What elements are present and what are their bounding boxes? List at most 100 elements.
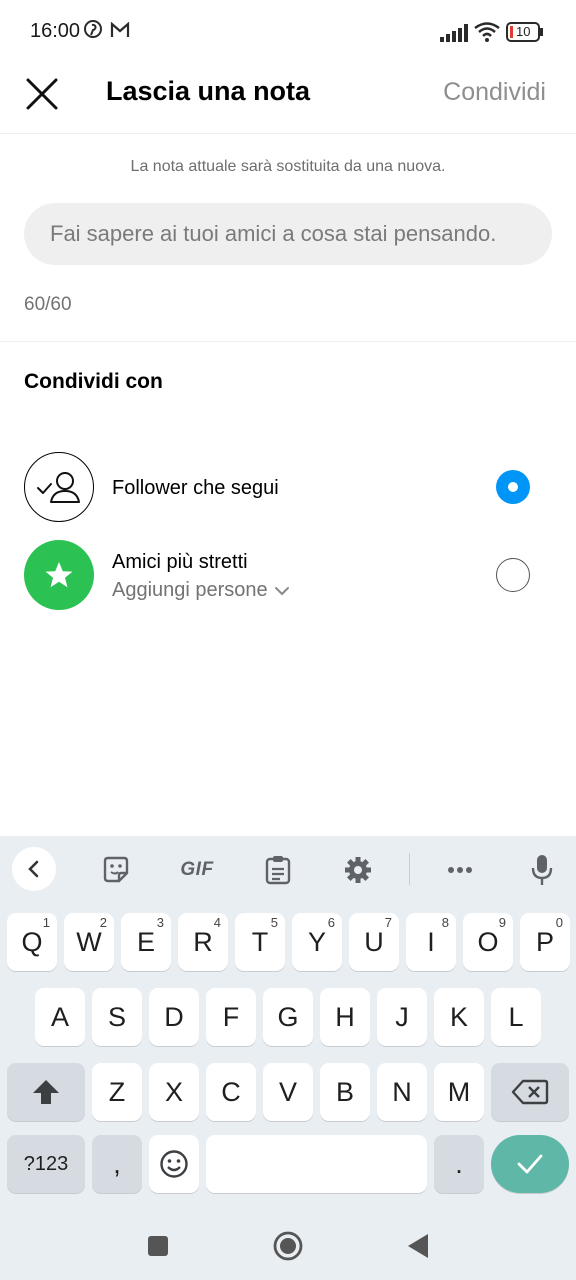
followers-check-icon <box>24 452 94 522</box>
share-button[interactable]: Condividi <box>443 78 546 107</box>
gear-icon <box>345 857 371 883</box>
recents-icon <box>148 1236 168 1256</box>
key-r2-1[interactable]: S <box>92 988 142 1046</box>
key-label: I <box>427 926 435 957</box>
wifi-icon <box>474 22 500 47</box>
key-r3-0[interactable]: Z <box>92 1063 142 1121</box>
key-r1-5[interactable]: Y6 <box>292 913 342 971</box>
key-label: U <box>364 926 384 957</box>
key-label: G <box>277 1001 299 1032</box>
clipboard-icon <box>265 856 291 885</box>
clipboard-button[interactable] <box>258 850 298 890</box>
gif-label: GIF <box>180 859 214 880</box>
close-button[interactable] <box>22 74 62 114</box>
key-r1-9[interactable]: P0 <box>520 913 570 971</box>
enter-key[interactable] <box>491 1135 569 1193</box>
key-hint: 2 <box>99 915 107 930</box>
key-r2-5[interactable]: H <box>320 988 370 1046</box>
key-r1-4[interactable]: T5 <box>235 913 285 971</box>
key-label: P <box>535 926 554 957</box>
key-label: F <box>222 1001 240 1032</box>
chevron-down-icon <box>274 586 289 595</box>
pinterest-icon <box>84 20 102 43</box>
note-hint: La nota attuale sarà sostituita da una n… <box>130 158 446 175</box>
key-r2-6[interactable]: J <box>377 988 427 1046</box>
option-followers[interactable]: Follower che segui <box>0 448 576 528</box>
more-button[interactable] <box>440 850 480 890</box>
key-label: N <box>392 1076 412 1107</box>
key-r2-2[interactable]: D <box>149 988 199 1046</box>
key-hint: 0 <box>555 915 563 930</box>
period-key[interactable]: . <box>434 1135 484 1193</box>
key-label: L <box>508 1001 524 1032</box>
keyboard-toolbar: GIF <box>0 836 576 902</box>
key-r3-1[interactable]: X <box>149 1063 199 1121</box>
back-button[interactable] <box>402 1230 434 1262</box>
sticker-button[interactable] <box>96 850 136 890</box>
key-label: Y <box>307 926 326 957</box>
key-r1-6[interactable]: U7 <box>349 913 399 971</box>
key-r3-4[interactable]: B <box>320 1063 370 1121</box>
key-label: K <box>449 1001 468 1032</box>
signal-icon <box>440 24 468 47</box>
option-label: Follower che segui <box>112 477 279 499</box>
key-label: J <box>395 1001 409 1032</box>
key-r2-8[interactable]: L <box>491 988 541 1046</box>
check-icon <box>517 1154 543 1174</box>
keyboard-back-button[interactable] <box>12 847 56 891</box>
add-people-link[interactable]: Aggiungi persone <box>112 579 290 602</box>
key-r1-1[interactable]: W2 <box>64 913 114 971</box>
radio-selected[interactable] <box>496 470 530 504</box>
key-hint: 5 <box>270 915 278 930</box>
key-hint: 6 <box>327 915 335 930</box>
key-r3-3[interactable]: V <box>263 1063 313 1121</box>
emoji-key[interactable] <box>149 1135 199 1193</box>
option-close-friends[interactable]: Amici più stretti Aggiungi persone <box>0 536 576 616</box>
settings-button[interactable] <box>338 850 378 890</box>
star-icon <box>24 540 94 610</box>
key-label: C <box>221 1076 241 1107</box>
key-r1-0[interactable]: Q1 <box>7 913 57 971</box>
status-time: 16:00 <box>30 20 81 42</box>
note-input[interactable] <box>24 203 552 265</box>
mic-button[interactable] <box>522 850 562 890</box>
key-label: D <box>164 1001 184 1032</box>
key-r2-7[interactable]: K <box>434 988 484 1046</box>
key-hint: 3 <box>156 915 164 930</box>
backspace-key[interactable] <box>491 1063 569 1121</box>
key-label: T <box>251 926 269 957</box>
key-r3-5[interactable]: N <box>377 1063 427 1121</box>
key-r2-3[interactable]: F <box>206 988 256 1046</box>
shift-key[interactable] <box>7 1063 85 1121</box>
key-r1-7[interactable]: I8 <box>406 913 456 971</box>
add-people-label: Aggiungi persone <box>112 579 268 601</box>
key-r3-2[interactable]: C <box>206 1063 256 1121</box>
space-key[interactable] <box>206 1135 427 1193</box>
gif-button[interactable]: GIF <box>172 850 222 890</box>
key-r1-8[interactable]: O9 <box>463 913 513 971</box>
key-r1-3[interactable]: R4 <box>178 913 228 971</box>
home-button[interactable] <box>272 1230 304 1262</box>
recents-button[interactable] <box>142 1230 174 1262</box>
key-label: E <box>136 926 155 957</box>
battery-level: 10 <box>516 24 531 39</box>
radio-unselected[interactable] <box>496 558 530 592</box>
option-label: Amici più stretti <box>112 551 248 573</box>
backspace-icon <box>511 1079 549 1105</box>
comma-key[interactable]: , <box>92 1135 142 1193</box>
home-icon <box>273 1231 303 1261</box>
key-r1-2[interactable]: E3 <box>121 913 171 971</box>
key-r2-4[interactable]: G <box>263 988 313 1046</box>
key-label: H <box>335 1001 355 1032</box>
key-label: W <box>76 926 102 957</box>
key-r3-6[interactable]: M <box>434 1063 484 1121</box>
key-r2-0[interactable]: A <box>35 988 85 1046</box>
key-label: O <box>477 926 499 957</box>
key-hint: 7 <box>384 915 392 930</box>
symbols-key[interactable]: ?123 <box>7 1135 85 1193</box>
page-title: Lascia una nota <box>106 76 311 106</box>
key-label: M <box>447 1076 471 1107</box>
key-label: S <box>107 1001 126 1032</box>
chevron-left-icon <box>28 860 39 878</box>
key-hint: 4 <box>213 915 221 930</box>
